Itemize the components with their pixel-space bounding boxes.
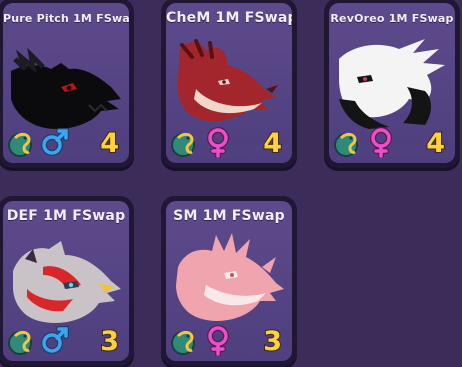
- pet-level: 4: [425, 128, 446, 159]
- pet-inventory-grid: Pure Pitch 1M FSwap 4 CheM 1M FSwap 4 Re…: [0, 0, 462, 367]
- female-symbol-icon: [207, 127, 229, 158]
- seahorse-icon: [171, 330, 195, 355]
- pet-badges: 3: [7, 324, 125, 356]
- pet-card-body: DEF 1M FSwap 3: [3, 201, 129, 361]
- female-symbol-icon: [207, 325, 229, 356]
- pet-badges: 4: [333, 126, 451, 158]
- pet-card-body: Pure Pitch 1M FSwap 4: [3, 3, 129, 163]
- seahorse-icon: [171, 132, 195, 157]
- pet-name: RevOreo 1M FSwap: [330, 12, 454, 25]
- pet-badges: 4: [170, 126, 288, 158]
- pet-name: CheM 1M FSwap: [166, 10, 292, 26]
- pet-card-body: RevOreo 1M FSwap 4: [329, 3, 455, 163]
- black-dragon-icon: [11, 47, 121, 130]
- pet-card-def[interactable]: DEF 1M FSwap 3: [0, 196, 134, 366]
- seahorse-icon: [334, 132, 358, 157]
- pet-card-sm[interactable]: SM 1M FSwap 3: [161, 196, 297, 366]
- pet-name: Pure Pitch 1M FSwap: [3, 12, 129, 25]
- pet-badges: 3: [170, 324, 288, 356]
- pet-card-pure-pitch[interactable]: Pure Pitch 1M FSwap 4: [0, 0, 134, 168]
- gray-red-dragon-icon: [13, 241, 121, 323]
- black-white-dragon-icon: [339, 39, 445, 129]
- pet-level: 4: [262, 128, 283, 159]
- pet-card-chem[interactable]: CheM 1M FSwap 4: [161, 0, 297, 168]
- male-symbol-icon: [41, 326, 69, 354]
- pet-name: DEF 1M FSwap: [6, 208, 126, 224]
- pet-level: 3: [99, 326, 120, 357]
- pet-card-body: SM 1M FSwap 3: [166, 201, 292, 361]
- pet-level: 3: [262, 326, 283, 357]
- female-symbol-icon: [370, 127, 392, 158]
- pet-name: SM 1M FSwap: [173, 208, 285, 224]
- male-symbol-icon: [41, 128, 69, 156]
- seahorse-icon: [8, 330, 32, 355]
- red-dragon-icon: [177, 39, 278, 122]
- pet-card-body: CheM 1M FSwap 4: [166, 3, 292, 163]
- pink-dragon-icon: [176, 233, 284, 321]
- pet-badges: 4: [7, 126, 125, 158]
- pet-card-revoreo[interactable]: RevOreo 1M FSwap 4: [324, 0, 460, 168]
- seahorse-icon: [8, 132, 32, 157]
- pet-level: 4: [99, 128, 120, 159]
